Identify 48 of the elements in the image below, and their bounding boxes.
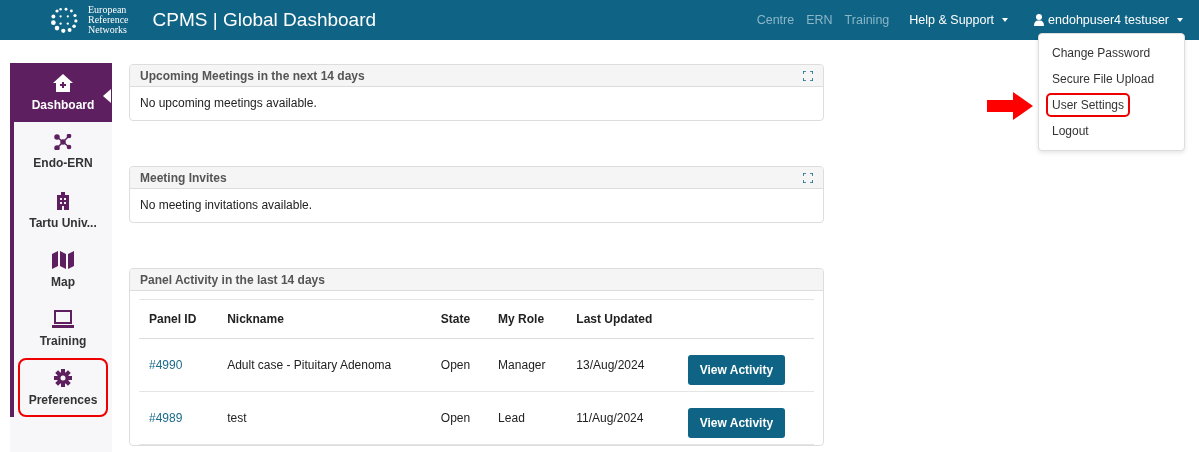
app-title: CPMS | Global Dashboard bbox=[152, 9, 377, 31]
user-menu[interactable]: endohpuser4 testuser bbox=[1034, 13, 1183, 27]
sidebar-item[interactable]: Preferences bbox=[18, 358, 108, 417]
network-icon bbox=[54, 133, 72, 150]
sidebar-item[interactable]: Endo-ERN bbox=[14, 122, 112, 181]
table-cell: Adult case - Pituitary Adenoma bbox=[227, 358, 392, 372]
logo-text: European Reference Networks bbox=[88, 5, 129, 35]
gear-icon bbox=[54, 368, 72, 387]
table-cell: Open bbox=[440, 411, 471, 425]
sidebar-item[interactable]: Map bbox=[14, 240, 112, 299]
panel-title: Upcoming Meetings in the next 14 days bbox=[140, 68, 365, 83]
user-icon bbox=[1034, 14, 1045, 26]
column-header: Nickname bbox=[217, 299, 431, 339]
table-cell: test bbox=[227, 411, 247, 425]
menu-item[interactable]: User Settings bbox=[1046, 93, 1131, 117]
table-cell: Lead bbox=[498, 411, 525, 425]
column-header: Panel ID bbox=[139, 299, 218, 339]
map-icon bbox=[52, 250, 74, 269]
view-activity-button[interactable]: View Activity bbox=[687, 355, 786, 385]
nav-dropdown[interactable]: Help & Support bbox=[909, 13, 1009, 27]
caret-icon bbox=[1177, 18, 1183, 22]
panel-id-link[interactable]: #4990 bbox=[149, 358, 183, 372]
column-header: My Role bbox=[488, 299, 567, 339]
panel-title: Panel Activity in the last 14 days bbox=[140, 272, 325, 287]
panel-id-link[interactable]: #4989 bbox=[149, 411, 183, 425]
empty-message: No upcoming meetings available. bbox=[139, 95, 318, 112]
table-cell: 11/Aug/2024 bbox=[576, 411, 644, 425]
laptop-icon bbox=[52, 309, 74, 328]
home-icon bbox=[53, 73, 73, 92]
sidebar-item[interactable]: Training bbox=[14, 299, 112, 358]
sidebar-item[interactable]: Dashboard bbox=[14, 63, 112, 122]
menu-item[interactable]: Logout bbox=[1046, 119, 1095, 143]
panel-title: Meeting Invites bbox=[140, 170, 227, 185]
empty-message: No meeting invitations available. bbox=[139, 197, 314, 214]
table-cell: 13/Aug/2024 bbox=[576, 358, 645, 372]
table-cell: Open bbox=[440, 358, 471, 372]
expand-icon[interactable] bbox=[803, 172, 813, 183]
view-activity-button[interactable]: View Activity bbox=[687, 408, 786, 438]
table-cell: Manager bbox=[498, 358, 546, 372]
menu-item[interactable]: Change Password bbox=[1046, 41, 1157, 65]
pointer-arrow-icon bbox=[987, 92, 1033, 120]
menu-item[interactable]: Secure File Upload bbox=[1046, 67, 1161, 91]
sidebar-item[interactable]: Tartu Univ... bbox=[14, 181, 112, 240]
column-header: State bbox=[430, 299, 489, 339]
column-header: Last Updated bbox=[566, 299, 678, 339]
caret-icon bbox=[1002, 18, 1009, 22]
building-icon bbox=[56, 191, 70, 210]
expand-icon[interactable] bbox=[803, 70, 813, 81]
